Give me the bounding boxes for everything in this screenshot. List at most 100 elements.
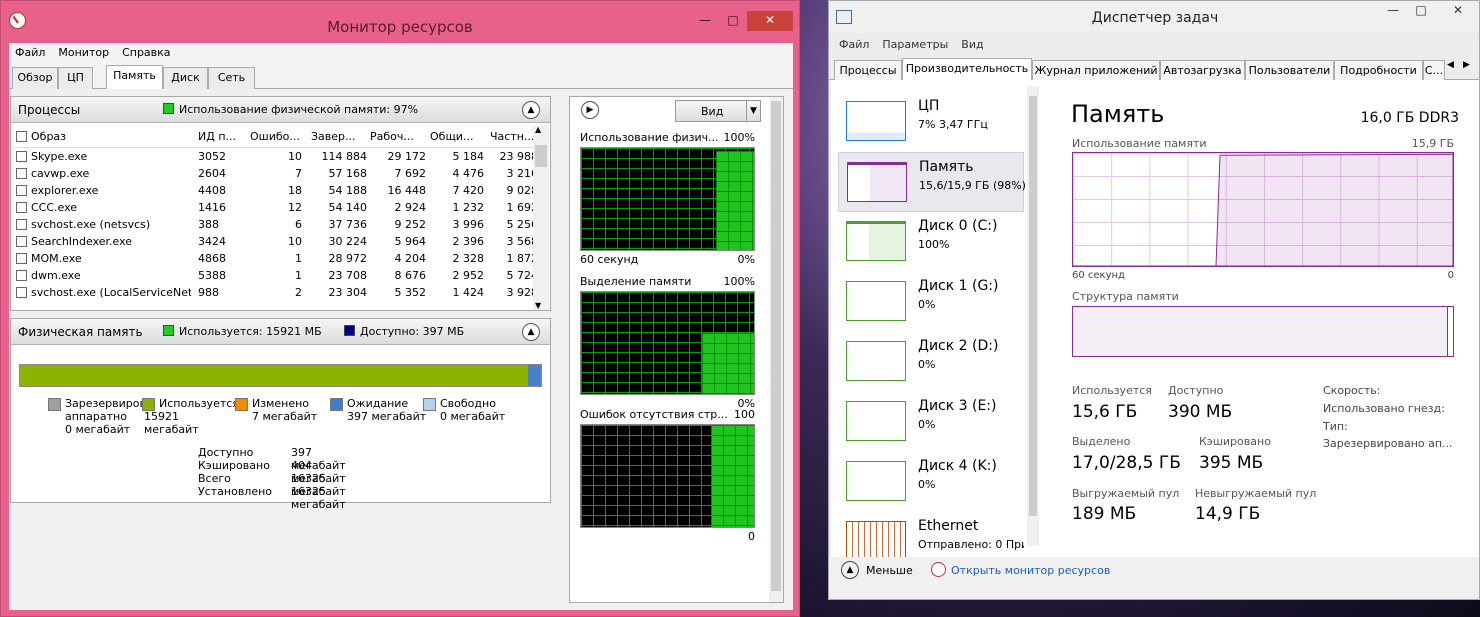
graph-scroll-thumb[interactable] bbox=[771, 101, 781, 591]
memory-usage-label: Использование памяти bbox=[1072, 137, 1207, 150]
scroll-thumb[interactable] bbox=[535, 145, 547, 167]
tm-menu-view[interactable]: Вид bbox=[961, 35, 990, 55]
sidebar-item[interactable]: Диск 4 (K:) 0% bbox=[838, 452, 1024, 512]
processes-header[interactable]: Процессы Использование физической памяти… bbox=[11, 97, 550, 123]
physical-memory-header[interactable]: Физическая память Используется: 15921 МБ… bbox=[11, 319, 550, 345]
row-checkbox[interactable] bbox=[16, 202, 27, 213]
column-header[interactable]: Общи... bbox=[430, 126, 484, 148]
title-bar[interactable]: Монитор ресурсов — □ ✕ bbox=[1, 1, 799, 41]
expand-icon[interactable]: ▶ bbox=[581, 101, 599, 119]
tm-minimize-button[interactable]: — bbox=[1379, 1, 1407, 21]
sidebar-item-sub: 0% bbox=[918, 418, 936, 431]
column-header[interactable]: Завер... bbox=[311, 126, 367, 148]
row-checkbox[interactable] bbox=[16, 236, 27, 247]
sidebar-item[interactable]: Память 15,6/15,9 ГБ (98%) bbox=[838, 152, 1026, 212]
processes-title: Процессы bbox=[18, 103, 81, 117]
sidebar-scrollbar[interactable] bbox=[1027, 86, 1039, 546]
sidebar-thumbnail bbox=[846, 101, 906, 141]
sidebar-item[interactable]: Ethernet Отправлено: 0 Прин bbox=[838, 512, 1024, 558]
maximize-button[interactable]: □ bbox=[719, 11, 747, 31]
column-header[interactable]: ИД п... bbox=[198, 126, 246, 148]
tab-overview[interactable]: Обзор bbox=[12, 67, 58, 89]
sidebar-thumbnail bbox=[846, 341, 906, 381]
processes-status: Использование физической памяти: 97% bbox=[163, 103, 418, 116]
scroll-down-icon[interactable]: ▼ bbox=[535, 301, 541, 310]
speed-label: Скорость: bbox=[1323, 384, 1381, 397]
row-checkbox[interactable] bbox=[16, 168, 27, 179]
sidebar-item-sub: 7% 3,47 ГГц bbox=[918, 118, 988, 131]
processes-scrollbar[interactable]: ▲ ▼ bbox=[533, 125, 549, 310]
menu-help[interactable]: Справка bbox=[122, 43, 177, 63]
sidebar-item[interactable]: Диск 1 (G:) 0% bbox=[838, 272, 1024, 332]
tab-network[interactable]: Сеть bbox=[208, 67, 255, 89]
row-checkbox[interactable] bbox=[16, 287, 27, 298]
table-row[interactable]: svchost.exe (netsvcs) 388 6 37 736 9 252 3 99… bbox=[14, 216, 538, 233]
table-row[interactable]: dwm.exe 5388 1 23 708 8 676 2 952 5 724 bbox=[14, 267, 538, 284]
sidebar-item[interactable]: ЦП 7% 3,47 ГГц bbox=[838, 92, 1024, 152]
table-row[interactable]: svchost.exe (LocalServiceNet... 988 2 23 30… bbox=[14, 284, 538, 301]
summary-key: Кэшировано bbox=[198, 459, 270, 472]
table-row[interactable]: MOM.exe 4868 1 28 972 4 204 2 328 1 872 bbox=[14, 250, 538, 267]
close-button[interactable]: ✕ bbox=[747, 11, 793, 31]
legend-item: Изменено 7 мегабайт bbox=[235, 397, 317, 423]
view-button[interactable]: Вид ▼ bbox=[675, 100, 761, 122]
row-checkbox[interactable] bbox=[16, 185, 27, 196]
tab-services[interactable]: С... bbox=[1423, 60, 1445, 82]
tab-details[interactable]: Подробности bbox=[1334, 60, 1423, 82]
tm-title-bar[interactable]: Диспетчер задач — □ ✕ bbox=[829, 1, 1479, 33]
tab-memory[interactable]: Память bbox=[106, 65, 163, 89]
table-row[interactable]: SearchIndexer.exe 3424 10 30 224 5 964 2 396 3… bbox=[14, 233, 538, 250]
tm-menu-options[interactable]: Параметры bbox=[882, 35, 955, 55]
tm-menu-bar: Файл Параметры Вид bbox=[829, 35, 1479, 55]
sidebar-scroll-thumb[interactable] bbox=[1029, 96, 1037, 516]
column-header[interactable]: Рабоч... bbox=[370, 126, 426, 148]
column-header[interactable]: Частн... bbox=[490, 126, 538, 148]
tab-scroll-right-icon[interactable]: ▶ bbox=[1463, 60, 1470, 70]
tab-performance[interactable]: Производительность bbox=[902, 58, 1032, 82]
tm-menu-file[interactable]: Файл bbox=[839, 35, 876, 55]
summary-row: Всего 16325 мегабайт bbox=[198, 472, 368, 498]
tab-scroll-left-icon[interactable]: ◀ bbox=[1447, 60, 1454, 70]
table-cell: 988 bbox=[198, 286, 219, 299]
collapse-icon[interactable]: ▲ bbox=[522, 101, 540, 119]
row-checkbox[interactable] bbox=[16, 253, 27, 264]
scroll-up-icon[interactable]: ▲ bbox=[535, 125, 541, 134]
row-checkbox[interactable] bbox=[16, 219, 27, 230]
tab-app-history[interactable]: Журнал приложений bbox=[1032, 60, 1160, 82]
fewer-details-icon[interactable]: ▲ bbox=[841, 561, 859, 579]
table-cell: 8 676 bbox=[394, 269, 427, 282]
tm-close-button[interactable]: ✕ bbox=[1435, 1, 1479, 21]
chevron-down-icon[interactable]: ▼ bbox=[746, 101, 760, 121]
tab-startup[interactable]: Автозагрузка bbox=[1160, 60, 1245, 82]
table-row[interactable]: Skype.exe 3052 10 114 884 29 172 5 184 23 988 bbox=[14, 148, 538, 165]
menu-file[interactable]: Файл bbox=[15, 43, 52, 63]
sidebar-item-sub: 100% bbox=[918, 238, 950, 251]
graph-title-text: Использование физич... bbox=[580, 131, 719, 144]
select-all-checkbox[interactable] bbox=[16, 131, 27, 142]
axis-left: 60 секунд bbox=[1072, 270, 1125, 281]
fewer-details-button[interactable]: Меньше bbox=[866, 564, 913, 577]
tab-cpu[interactable]: ЦП bbox=[58, 67, 93, 89]
column-header[interactable]: Образ bbox=[31, 126, 191, 148]
sidebar-item[interactable]: Диск 0 (C:) 100% bbox=[838, 212, 1024, 272]
tm-maximize-button[interactable]: □ bbox=[1407, 1, 1435, 21]
sidebar-item[interactable]: Диск 2 (D:) 0% bbox=[838, 332, 1024, 392]
collapse-icon[interactable]: ▲ bbox=[522, 323, 540, 341]
column-header[interactable]: Ошибо... bbox=[250, 126, 302, 148]
graph-pane-scrollbar[interactable] bbox=[769, 97, 783, 602]
summary-key: Установлено bbox=[198, 485, 273, 498]
table-row[interactable]: explorer.exe 4408 18 54 188 16 448 7 420 9 028 bbox=[14, 182, 538, 199]
row-checkbox[interactable] bbox=[16, 151, 27, 162]
table-cell: 4868 bbox=[198, 252, 226, 265]
open-resource-monitor-link[interactable]: Открыть монитор ресурсов bbox=[951, 564, 1110, 577]
table-row[interactable]: CCC.exe 1416 12 54 140 2 924 1 232 1 692 bbox=[14, 199, 538, 216]
minimize-button[interactable]: — bbox=[691, 11, 719, 31]
table-row[interactable]: cavwp.exe 2604 7 57 168 7 692 4 476 3 216 bbox=[14, 165, 538, 182]
menu-monitor[interactable]: Монитор bbox=[58, 43, 116, 63]
sidebar-item[interactable]: Диск 3 (E:) 0% bbox=[838, 392, 1024, 452]
tab-processes[interactable]: Процессы bbox=[834, 60, 902, 82]
tab-users[interactable]: Пользователи bbox=[1245, 60, 1334, 82]
tab-disk[interactable]: Диск bbox=[163, 67, 208, 89]
row-checkbox[interactable] bbox=[16, 270, 27, 281]
stat-committed-label: Выделено bbox=[1072, 435, 1131, 448]
